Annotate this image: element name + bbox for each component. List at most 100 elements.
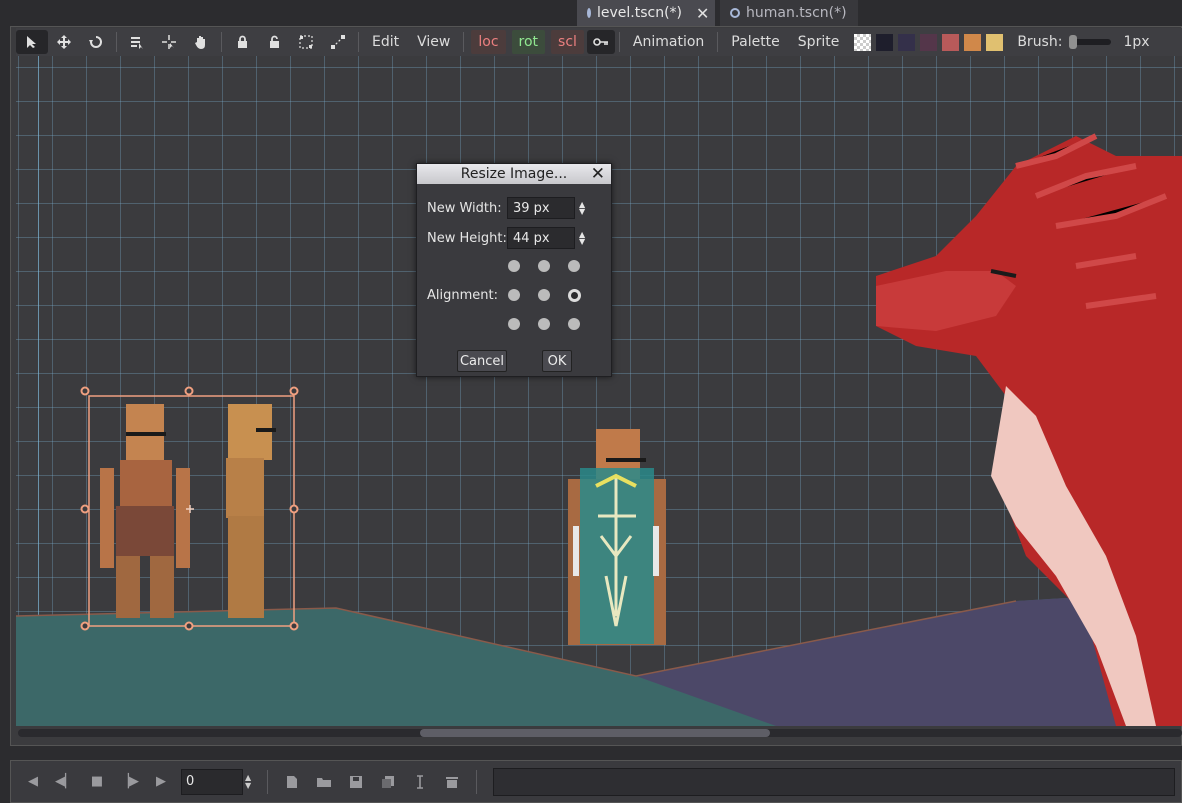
- view-menu[interactable]: View: [408, 30, 459, 54]
- pan-tool-button[interactable]: [185, 30, 217, 54]
- pivot-tool-button[interactable]: [153, 30, 185, 54]
- width-spin-arrows[interactable]: ▲ ▼: [579, 201, 585, 216]
- list-select-icon: [131, 37, 143, 49]
- save-animation-button[interactable]: [340, 767, 372, 797]
- frame-number-input[interactable]: 0: [181, 768, 243, 795]
- align-bottom-center-radio[interactable]: [538, 318, 550, 330]
- frame-spin-arrows[interactable]: ▲ ▼: [245, 773, 259, 790]
- close-icon[interactable]: ✕: [696, 4, 709, 23]
- move-tool-button[interactable]: [48, 30, 80, 54]
- toolbar-separator: [116, 32, 117, 52]
- scene-ring-icon: [587, 8, 591, 18]
- duplicate-icon: [382, 775, 394, 788]
- new-height-label: New Height:: [427, 230, 507, 246]
- animation-menu[interactable]: Animation: [624, 30, 713, 54]
- frame-value: 0: [186, 774, 195, 789]
- dialog-title: Resize Image...: [460, 166, 568, 182]
- play-backward-icon: ◀: [28, 774, 38, 789]
- align-top-right-radio[interactable]: [568, 260, 580, 272]
- brush-size-slider[interactable]: [1069, 35, 1112, 49]
- align-top-center-radio[interactable]: [538, 260, 550, 272]
- slider-knob[interactable]: [1069, 35, 1078, 49]
- step-forward-icon: ▕▶: [119, 774, 139, 789]
- unlock-icon: [270, 35, 279, 48]
- palette-swatch[interactable]: [942, 33, 960, 51]
- lock-icon: [238, 35, 247, 48]
- scene-tab-bar: level.tscn(*) ✕ human.tscn(*): [0, 0, 1182, 26]
- step-back-icon: ◀▏: [55, 774, 75, 789]
- select-tool-button[interactable]: [16, 30, 48, 54]
- alignment-label: Alignment:: [427, 288, 498, 303]
- text-cursor-icon: [417, 774, 423, 789]
- close-icon[interactable]: ✕: [591, 164, 605, 184]
- tab-label: level.tscn(*): [597, 5, 683, 21]
- hand-icon: [195, 36, 205, 49]
- insert-key-button[interactable]: [586, 30, 615, 54]
- toolbar-separator: [717, 32, 719, 52]
- align-bottom-right-radio[interactable]: [568, 318, 580, 330]
- brush-size-value: 1px: [1123, 34, 1150, 50]
- stop-icon: ■: [90, 774, 104, 789]
- align-top-left-radio[interactable]: [508, 260, 520, 272]
- transparent-swatch[interactable]: [854, 33, 872, 51]
- list-select-button[interactable]: [121, 30, 153, 54]
- rename-animation-button[interactable]: [404, 767, 436, 797]
- keyframe-scl-toggle[interactable]: scl: [551, 30, 584, 54]
- palette-swatch[interactable]: [876, 33, 894, 51]
- palette-swatch[interactable]: [920, 33, 938, 51]
- palette-swatch[interactable]: [964, 33, 982, 51]
- duplicate-animation-button[interactable]: [372, 767, 404, 797]
- cancel-button[interactable]: Cancel: [457, 350, 507, 372]
- scene-viewport[interactable]: [16, 56, 1182, 726]
- new-animation-button[interactable]: [276, 767, 308, 797]
- animation-panel: ◀ ◀▏ ■ ▕▶ ▶ 0 ▲ ▼: [10, 760, 1182, 803]
- palette-menu[interactable]: Palette: [722, 30, 789, 54]
- open-animation-button[interactable]: [308, 767, 340, 797]
- bone-button[interactable]: [322, 30, 354, 54]
- keyframe-rot-toggle[interactable]: rot: [511, 30, 546, 54]
- resize-image-dialog: Resize Image... ✕ New Width: 39 px ▲ ▼ Ne…: [416, 163, 612, 377]
- horizontal-scrollbar[interactable]: [18, 729, 1182, 737]
- lock-button[interactable]: [226, 30, 258, 54]
- palette-swatch[interactable]: [986, 33, 1004, 51]
- tab-human-scene[interactable]: human.tscn(*): [720, 0, 858, 26]
- align-middle-right-radio[interactable]: [568, 289, 581, 302]
- dialog-title-bar[interactable]: Resize Image... ✕: [417, 164, 611, 184]
- toolbar-separator: [618, 32, 620, 52]
- rotate-tool-button[interactable]: [80, 30, 112, 54]
- animation-selector[interactable]: [493, 767, 1175, 796]
- play-icon: ▶: [156, 774, 166, 789]
- new-height-input[interactable]: 44 px: [507, 227, 575, 249]
- next-frame-button[interactable]: ▕▶: [113, 767, 145, 797]
- toolbar-separator: [221, 32, 222, 52]
- play-button[interactable]: ▶: [145, 767, 177, 797]
- height-spin-arrows[interactable]: ▲ ▼: [579, 231, 585, 246]
- goto-start-button[interactable]: ◀: [17, 767, 49, 797]
- height-value: 44 px: [513, 230, 550, 246]
- align-bottom-left-radio[interactable]: [508, 318, 520, 330]
- human-sprite-front[interactable]: [100, 404, 190, 618]
- keyframe-loc-toggle[interactable]: loc: [471, 30, 506, 54]
- unlock-button[interactable]: [258, 30, 290, 54]
- align-center-radio[interactable]: [538, 289, 550, 301]
- group-button[interactable]: [290, 30, 322, 54]
- scrollbar-thumb[interactable]: [420, 729, 770, 737]
- edit-menu[interactable]: Edit: [363, 30, 408, 54]
- save-icon: [350, 775, 362, 788]
- folder-icon: [317, 777, 331, 787]
- toolbar-separator: [358, 32, 359, 52]
- new-width-input[interactable]: 39 px: [507, 197, 575, 219]
- stop-button[interactable]: ■: [81, 767, 113, 797]
- palette-swatch[interactable]: [898, 33, 916, 51]
- prev-frame-button[interactable]: ◀▏: [49, 767, 81, 797]
- align-middle-left-radio[interactable]: [508, 289, 520, 301]
- delete-animation-button[interactable]: [436, 767, 468, 797]
- new-width-label: New Width:: [427, 200, 502, 216]
- human-sprite-side[interactable]: [226, 404, 276, 618]
- key-icon: [593, 38, 608, 46]
- ok-button[interactable]: OK: [542, 350, 572, 372]
- rigged-human-sprite[interactable]: [568, 429, 666, 645]
- tab-level-scene[interactable]: level.tscn(*) ✕: [577, 0, 715, 26]
- sprite-menu[interactable]: Sprite: [789, 30, 849, 54]
- move-arrows-icon: [57, 35, 71, 49]
